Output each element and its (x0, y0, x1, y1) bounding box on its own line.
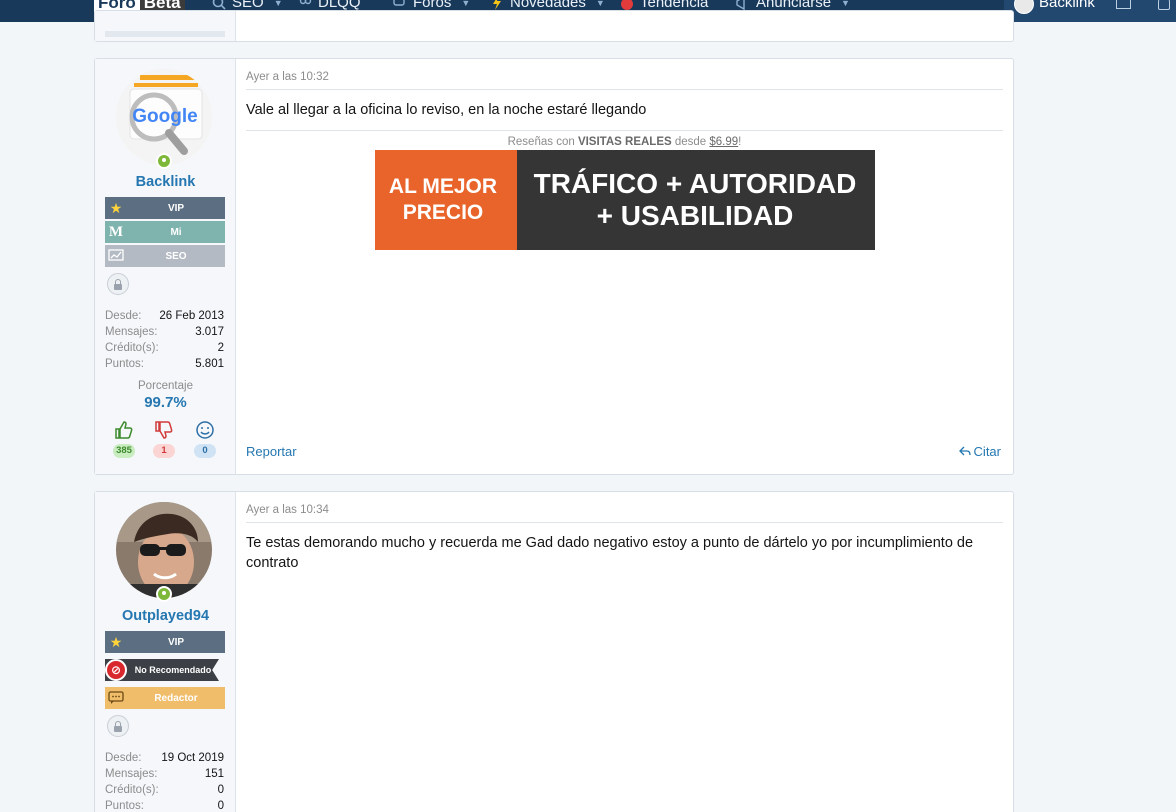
stat-puntos: Puntos: 0 (105, 800, 224, 812)
post-message: Vale al llegar a la oficina lo reviso, e… (246, 102, 647, 118)
google-logo-avatar: Google (116, 69, 212, 165)
ad-banner-left: AL MEJOR PRECIO (375, 150, 517, 250)
badge-redactor: Redactor (105, 687, 225, 709)
like-count: 385 (113, 444, 135, 458)
stat-desde: Desde: 26 Feb 2013 (105, 310, 224, 322)
badge-vip: ★ VIP (105, 197, 225, 219)
avatar[interactable]: Google (116, 69, 212, 165)
dislike-count: 1 (153, 444, 175, 458)
bolt-icon (493, 0, 501, 10)
post: Google Backlink ★ VIP M Mi SEO Desde: 26 … (94, 58, 1014, 475)
stat-creditos: Crédito(s): 2 (105, 342, 224, 354)
bell-icon[interactable] (1158, 0, 1170, 10)
previous-post (94, 10, 1014, 42)
stat-puntos: Puntos: 5.801 (105, 358, 224, 370)
mail-icon[interactable] (1116, 0, 1131, 9)
quote-link[interactable]: Citar (958, 444, 1001, 459)
stat-desde: Desde: 19 Oct 2019 (105, 752, 224, 764)
fire-icon (621, 0, 633, 10)
reaction-neutral[interactable]: 0 (193, 420, 217, 458)
user-stats: Desde: 19 Oct 2019 Mensajes: 151 Crédito(s… (105, 750, 224, 812)
online-indicator-icon (156, 153, 172, 169)
stat-mensajes: Mensajes: 151 (105, 768, 224, 780)
chevron-down-icon: ▼ (273, 0, 283, 8)
divider (246, 89, 1003, 90)
username[interactable]: Backlink (95, 174, 236, 190)
svg-text:Google: Google (132, 106, 197, 127)
post-date[interactable]: Ayer a las 10:34 (246, 504, 329, 516)
user-stats: Desde: 26 Feb 2013 Mensajes: 3.017 Crédito… (105, 308, 224, 372)
chevron-down-icon: ▼ (841, 0, 850, 8)
divider (246, 522, 1003, 523)
stat-mensajes: Mensajes: 3.017 (105, 326, 224, 338)
post-message: Te estas demorando mucho y recuerda me G… (246, 535, 974, 571)
post-content: Ayer a las 10:34 Te estas demorando much… (236, 492, 1013, 812)
no-entry-icon: ⊘ (105, 659, 127, 681)
post-content: Ayer a las 10:32 Vale al llegar a la ofi… (236, 59, 1013, 474)
badge-seo: SEO (105, 245, 225, 267)
user-menu[interactable]: Backlink (1039, 0, 1095, 11)
star-icon: ★ (109, 199, 123, 216)
chevron-down-icon: ▼ (595, 0, 605, 8)
reaction-dislike[interactable]: 1 (152, 420, 176, 458)
reaction-like[interactable]: 385 (112, 420, 136, 458)
thumbs-down-icon (155, 421, 173, 439)
avatar[interactable] (116, 502, 212, 598)
smile-icon (196, 421, 214, 439)
chart-icon (105, 245, 127, 267)
lock-icon (107, 273, 129, 295)
post-date[interactable]: Ayer a las 10:32 (246, 71, 329, 83)
users-icon (299, 0, 312, 4)
lock-icon (107, 715, 129, 737)
post-user-sidebar: Outplayed94 ★ VIP ⊘ No Recomendado Redac… (95, 492, 236, 812)
percent-label: Porcentaje (138, 380, 193, 392)
divider (246, 130, 1003, 131)
chat-icon (105, 687, 127, 709)
reply-icon (958, 446, 971, 456)
badge-vip: ★ VIP (105, 631, 225, 653)
username[interactable]: Outplayed94 (95, 608, 236, 624)
m-letter-icon: M (108, 223, 124, 240)
ad-caption[interactable]: Reseñas con VISITAS REALES desde $6.99! (236, 136, 1013, 148)
chevron-down-icon: ▼ (461, 0, 471, 8)
badge-mi: M Mi (105, 221, 225, 243)
online-indicator-icon (156, 586, 172, 602)
thumbs-up-icon (115, 421, 133, 439)
post-user-sidebar: Google Backlink ★ VIP M Mi SEO Desde: 26 … (95, 59, 236, 474)
post-sidebar (95, 11, 236, 41)
post: Outplayed94 ★ VIP ⊘ No Recomendado Redac… (94, 491, 1014, 812)
report-link[interactable]: Reportar (246, 444, 297, 459)
ad-banner-right: TRÁFICO + AUTORIDAD + USABILIDAD (505, 150, 875, 250)
percent-value: 99.7% (144, 394, 187, 411)
stat-creditos: Crédito(s): 0 (105, 784, 224, 796)
star-icon: ★ (109, 633, 123, 650)
search-icon (212, 0, 226, 10)
badge-no-recomendado: ⊘ No Recomendado (105, 659, 219, 681)
user-photo-avatar (116, 502, 212, 598)
megaphone-icon (736, 0, 745, 10)
ad-banner[interactable]: AL MEJOR PRECIO TRÁFICO + AUTORIDAD + USAB… (375, 150, 875, 250)
neutral-count: 0 (194, 444, 216, 458)
comments-icon (393, 0, 405, 6)
